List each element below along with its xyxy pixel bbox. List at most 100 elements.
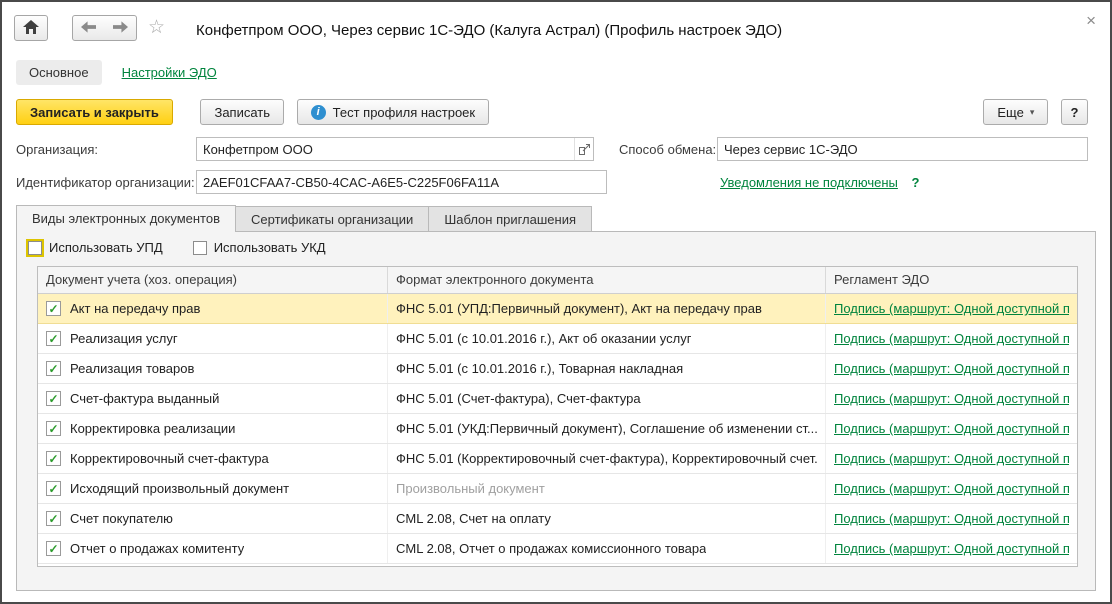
header-reglament[interactable]: Регламент ЭДО	[826, 267, 1077, 293]
reglament-link[interactable]: Подпись (маршрут: Одной доступной под	[834, 481, 1069, 496]
tab-doc-types[interactable]: Виды электронных документов	[16, 205, 236, 232]
home-icon	[23, 20, 39, 37]
format-cell: ФНС 5.01 (УПД:Первичный документ), Акт н…	[388, 294, 826, 323]
reglament-cell: Подпись (маршрут: Одной доступной под	[826, 504, 1077, 533]
exchange-field	[717, 137, 1088, 161]
table-row[interactable]: ✓ Счет покупателю CML 2.08, Счет на опла…	[38, 504, 1077, 534]
reglament-link[interactable]: Подпись (маршрут: Одной доступной под	[834, 421, 1069, 436]
help-button[interactable]: ?	[1061, 99, 1088, 125]
row-checkbox[interactable]: ✓	[46, 361, 61, 376]
row-checkbox[interactable]: ✓	[46, 511, 61, 526]
format-cell: ФНС 5.01 (с 10.01.2016 г.), Товарная нак…	[388, 354, 826, 383]
row-checkbox[interactable]: ✓	[46, 541, 61, 556]
format-cell: ФНС 5.01 (Корректировочный счет-фактура)…	[388, 444, 826, 473]
table-row[interactable]: ✓ Реализация услуг ФНС 5.01 (с 10.01.201…	[38, 324, 1077, 354]
forward-button[interactable]	[104, 15, 137, 41]
tab-invitation-template[interactable]: Шаблон приглашения	[428, 206, 592, 232]
check-icon: ✓	[48, 513, 58, 525]
doc-label: Счет покупателю	[70, 511, 173, 526]
table-row[interactable]: ✓ Корректировочный счет-фактура ФНС 5.01…	[38, 444, 1077, 474]
reglament-cell: Подпись (маршрут: Одной доступной под	[826, 384, 1077, 413]
exchange-label: Способ обмена:	[619, 142, 716, 157]
reglament-cell: Подпись (маршрут: Одной доступной под	[826, 414, 1077, 443]
back-button[interactable]	[72, 15, 105, 41]
reglament-link[interactable]: Подпись (маршрут: Одной доступной под	[834, 511, 1069, 526]
reglament-link[interactable]: Подпись (маршрут: Одной доступной под	[834, 331, 1069, 346]
use-ukd-checkbox[interactable]	[193, 241, 207, 255]
edo-settings-link[interactable]: Настройки ЭДО	[122, 65, 217, 80]
check-icon: ✓	[48, 423, 58, 435]
doc-cell: ✓ Реализация товаров	[38, 354, 388, 383]
header-format[interactable]: Формат электронного документа	[388, 267, 826, 293]
table-row[interactable]: ✓ Счет-фактура выданный ФНС 5.01 (Счет-ф…	[38, 384, 1077, 414]
reglament-cell: Подпись (маршрут: Одной доступной под	[826, 444, 1077, 473]
header-doc[interactable]: Документ учета (хоз. операция)	[38, 267, 388, 293]
org-id-label: Идентификатор организации:	[16, 175, 195, 190]
row-checkbox[interactable]: ✓	[46, 301, 61, 316]
reglament-cell: Подпись (маршрут: Одной доступной под	[826, 354, 1077, 383]
format-cell: ФНС 5.01 (Счет-фактура), Счет-фактура	[388, 384, 826, 413]
exchange-input[interactable]	[718, 138, 1087, 160]
format-label: ФНС 5.01 (УПД:Первичный документ), Акт н…	[396, 301, 762, 316]
doc-cell: ✓ Исходящий произвольный документ	[38, 474, 388, 503]
org-input[interactable]	[197, 138, 574, 160]
tab-main[interactable]: Основное	[16, 60, 102, 85]
options-row: Использовать УПД Использовать УКД	[28, 240, 356, 255]
doc-label: Отчет о продажах комитенту	[70, 541, 244, 556]
format-label: CML 2.08, Отчет о продажах комиссионного…	[396, 541, 706, 556]
reglament-link[interactable]: Подпись (маршрут: Одной доступной под	[834, 301, 1069, 316]
favorite-star-icon[interactable]: ☆	[148, 17, 165, 39]
use-upd-checkbox[interactable]	[28, 241, 42, 255]
row-checkbox[interactable]: ✓	[46, 391, 61, 406]
notifications-help-icon[interactable]: ?	[912, 175, 920, 190]
format-cell: CML 2.08, Счет на оплату	[388, 504, 826, 533]
close-icon[interactable]: ×	[1086, 12, 1096, 30]
check-icon: ✓	[48, 393, 58, 405]
row-checkbox[interactable]: ✓	[46, 331, 61, 346]
row-checkbox[interactable]: ✓	[46, 451, 61, 466]
reglament-link[interactable]: Подпись (маршрут: Одной доступной под	[834, 451, 1069, 466]
doc-cell: ✓ Реализация услуг	[38, 324, 388, 353]
format-label: ФНС 5.01 (с 10.01.2016 г.), Товарная нак…	[396, 361, 683, 376]
save-button[interactable]: Записать	[200, 99, 284, 125]
doc-cell: ✓ Корректировочный счет-фактура	[38, 444, 388, 473]
table-row[interactable]: ✓ Акт на передачу прав ФНС 5.01 (УПД:Пер…	[38, 294, 1077, 324]
row-checkbox[interactable]: ✓	[46, 421, 61, 436]
format-cell: Произвольный документ	[388, 474, 826, 503]
test-profile-button[interactable]: i Тест профиля настроек	[297, 99, 489, 125]
save-close-button[interactable]: Записать и закрыть	[16, 99, 173, 125]
notifications-link[interactable]: Уведомления не подключены	[720, 175, 898, 190]
window-title: Конфетпром ООО, Через сервис 1С-ЭДО (Кал…	[196, 22, 782, 39]
arrow-right-icon	[113, 21, 128, 36]
format-label: ФНС 5.01 (Счет-фактура), Счет-фактура	[396, 391, 641, 406]
format-label: ФНС 5.01 (Корректировочный счет-фактура)…	[396, 451, 817, 466]
table-header: Документ учета (хоз. операция) Формат эл…	[38, 267, 1077, 294]
table-row[interactable]: ✓ Исходящий произвольный документ Произв…	[38, 474, 1077, 504]
format-label: Произвольный документ	[396, 481, 545, 496]
home-button[interactable]	[14, 15, 48, 41]
check-icon: ✓	[48, 303, 58, 315]
tab-org-certificates[interactable]: Сертификаты организации	[235, 206, 429, 232]
reglament-link[interactable]: Подпись (маршрут: Одной доступной под	[834, 391, 1069, 406]
arrow-left-icon	[81, 21, 96, 36]
open-org-icon[interactable]	[574, 138, 593, 160]
table-row[interactable]: ✓ Отчет о продажах комитенту CML 2.08, О…	[38, 534, 1077, 564]
doc-types-panel: Использовать УПД Использовать УКД Докуме…	[16, 231, 1096, 591]
use-ukd-option: Использовать УКД	[193, 240, 326, 255]
format-cell: ФНС 5.01 (с 10.01.2016 г.), Акт об оказа…	[388, 324, 826, 353]
check-icon: ✓	[48, 333, 58, 345]
check-icon: ✓	[48, 483, 58, 495]
reglament-link[interactable]: Подпись (маршрут: Одной доступной под	[834, 541, 1069, 556]
documents-table: Документ учета (хоз. операция) Формат эл…	[37, 266, 1078, 567]
reglament-link[interactable]: Подпись (маршрут: Одной доступной под	[834, 361, 1069, 376]
table-row[interactable]: ✓ Реализация товаров ФНС 5.01 (с 10.01.2…	[38, 354, 1077, 384]
table-row[interactable]: ✓ Корректировка реализации ФНС 5.01 (УКД…	[38, 414, 1077, 444]
format-label: ФНС 5.01 (УКД:Первичный документ), Согла…	[396, 421, 817, 436]
more-button[interactable]: Еще ▾	[983, 99, 1048, 125]
chevron-down-icon: ▾	[1030, 107, 1035, 118]
org-id-input[interactable]	[197, 171, 606, 193]
doc-label: Акт на передачу прав	[70, 301, 200, 316]
format-cell: CML 2.08, Отчет о продажах комиссионного…	[388, 534, 826, 563]
row-checkbox[interactable]: ✓	[46, 481, 61, 496]
edo-profile-window: ☆ Конфетпром ООО, Через сервис 1С-ЭДО (К…	[0, 0, 1112, 604]
